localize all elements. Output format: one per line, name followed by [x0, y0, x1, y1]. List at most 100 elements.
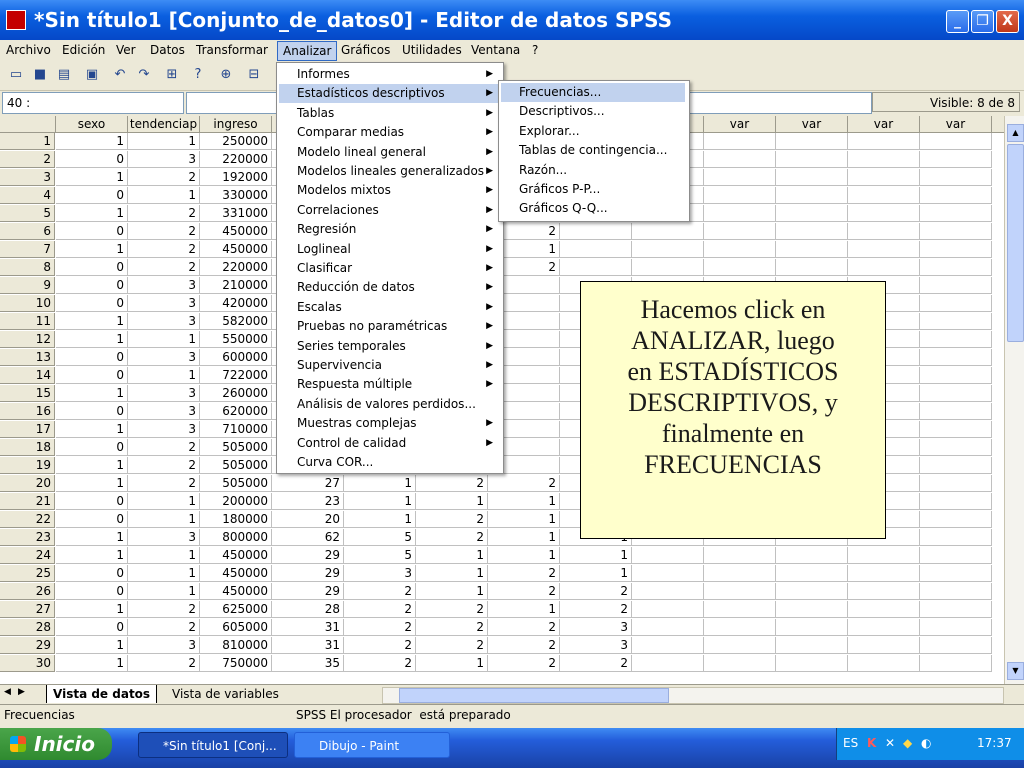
empty-cell[interactable]	[704, 223, 776, 240]
data-cell[interactable]: 1	[128, 583, 200, 600]
empty-cell[interactable]	[632, 619, 704, 636]
tab-vista-de-datos[interactable]: Vista de datos	[46, 685, 158, 703]
data-cell[interactable]	[560, 259, 632, 276]
data-cell[interactable]: 1	[344, 511, 416, 528]
scroll-thumb[interactable]	[1007, 144, 1024, 342]
row-number[interactable]: 20	[0, 475, 55, 492]
data-cell[interactable]: 1	[416, 565, 488, 582]
data-cell[interactable]: 23	[272, 493, 344, 510]
data-cell[interactable]: 192000	[200, 169, 272, 186]
data-cell[interactable]: 550000	[200, 331, 272, 348]
empty-cell[interactable]	[704, 637, 776, 654]
empty-cell[interactable]	[632, 637, 704, 654]
data-cell[interactable]: 450000	[200, 583, 272, 600]
data-cell[interactable]: 31	[272, 619, 344, 636]
row-number[interactable]: 13	[0, 349, 55, 366]
data-cell[interactable]: 2	[488, 655, 560, 672]
analizar-menu-item[interactable]: Loglineal ▶	[279, 240, 499, 259]
empty-cell[interactable]	[848, 151, 920, 168]
empty-cell[interactable]	[848, 601, 920, 618]
empty-cell[interactable]	[848, 619, 920, 636]
data-cell[interactable]: 3	[128, 421, 200, 438]
data-cell[interactable]: 29	[272, 583, 344, 600]
row-number[interactable]: 19	[0, 457, 55, 474]
data-cell[interactable]: 0	[56, 277, 128, 294]
empty-cell[interactable]	[920, 439, 992, 456]
analizar-menu-item[interactable]: Correlaciones ▶	[279, 201, 499, 220]
data-cell[interactable]: 27	[272, 475, 344, 492]
data-cell[interactable]: 1	[56, 331, 128, 348]
data-cell[interactable]: 0	[56, 493, 128, 510]
empty-cell[interactable]	[704, 565, 776, 582]
data-cell[interactable]: 600000	[200, 349, 272, 366]
empty-cell[interactable]	[632, 241, 704, 258]
data-cell[interactable]: 1	[416, 583, 488, 600]
empty-cell[interactable]	[920, 151, 992, 168]
empty-cell[interactable]	[848, 223, 920, 240]
empty-cell[interactable]	[776, 187, 848, 204]
data-cell[interactable]: 2	[128, 223, 200, 240]
data-cell[interactable]: 2	[416, 511, 488, 528]
data-cell[interactable]: 2	[128, 205, 200, 222]
data-cell[interactable]: 620000	[200, 403, 272, 420]
data-cell[interactable]: 2	[560, 601, 632, 618]
row-number[interactable]: 10	[0, 295, 55, 312]
data-cell[interactable]: 2	[560, 583, 632, 600]
data-cell[interactable]: 3	[128, 403, 200, 420]
data-cell[interactable]: 1	[560, 565, 632, 582]
analizar-menu-item[interactable]: Modelos mixtos ▶	[279, 181, 499, 200]
empty-cell[interactable]	[776, 583, 848, 600]
data-cell[interactable]: 450000	[200, 223, 272, 240]
empty-cell[interactable]	[632, 601, 704, 618]
data-cell[interactable]: 3	[128, 385, 200, 402]
empty-cell[interactable]	[848, 205, 920, 222]
data-cell[interactable]: 2	[128, 619, 200, 636]
row-number[interactable]: 21	[0, 493, 55, 510]
open-icon[interactable]: ▭	[8, 67, 24, 83]
empty-cell[interactable]	[776, 637, 848, 654]
data-cell[interactable]: 1	[416, 547, 488, 564]
data-cell[interactable]: 1	[488, 529, 560, 546]
row-number[interactable]: 16	[0, 403, 55, 420]
data-cell[interactable]: 1	[56, 421, 128, 438]
data-cell[interactable]: 0	[56, 565, 128, 582]
save-icon[interactable]: ■	[32, 67, 48, 83]
scroll-up-arrow-icon[interactable]: ▲	[1007, 124, 1024, 142]
data-cell[interactable]: 722000	[200, 367, 272, 384]
empty-cell[interactable]	[848, 565, 920, 582]
empty-cell[interactable]	[848, 655, 920, 672]
data-cell[interactable]: 1	[56, 601, 128, 618]
empty-cell[interactable]	[920, 421, 992, 438]
tab-vista-de-variables[interactable]: Vista de variables	[166, 685, 285, 703]
cell-reference-field[interactable]: 40 :	[2, 92, 184, 114]
empty-cell[interactable]	[920, 223, 992, 240]
empty-cell[interactable]	[776, 259, 848, 276]
empty-cell[interactable]	[776, 241, 848, 258]
descriptivos-menu-item[interactable]: Frecuencias...	[501, 83, 685, 102]
row-number[interactable]: 24	[0, 547, 55, 564]
data-cell[interactable]: 331000	[200, 205, 272, 222]
empty-cell[interactable]	[920, 169, 992, 186]
analizar-menu-item[interactable]: Pruebas no paramétricas ▶	[279, 317, 499, 336]
language-indicator[interactable]: ES	[843, 736, 858, 750]
data-cell[interactable]: 2	[128, 241, 200, 258]
empty-cell[interactable]	[920, 367, 992, 384]
data-cell[interactable]: 0	[56, 151, 128, 168]
data-cell[interactable]: 62	[272, 529, 344, 546]
empty-cell[interactable]	[704, 547, 776, 564]
empty-cell[interactable]	[920, 403, 992, 420]
task-paint[interactable]: Dibujo - Paint	[294, 732, 450, 758]
menu-ventana[interactable]: Ventana	[471, 43, 520, 57]
data-cell[interactable]: 0	[56, 349, 128, 366]
row-number[interactable]: 6	[0, 223, 55, 240]
empty-cell[interactable]	[632, 583, 704, 600]
data-cell[interactable]: 1	[56, 313, 128, 330]
data-cell[interactable]: 3	[128, 637, 200, 654]
empty-cell[interactable]	[704, 151, 776, 168]
empty-cell[interactable]	[920, 547, 992, 564]
empty-cell[interactable]	[920, 619, 992, 636]
data-cell[interactable]: 605000	[200, 619, 272, 636]
data-cell[interactable]: 1	[344, 475, 416, 492]
data-cell[interactable]: 2	[128, 169, 200, 186]
data-cell[interactable]: 582000	[200, 313, 272, 330]
